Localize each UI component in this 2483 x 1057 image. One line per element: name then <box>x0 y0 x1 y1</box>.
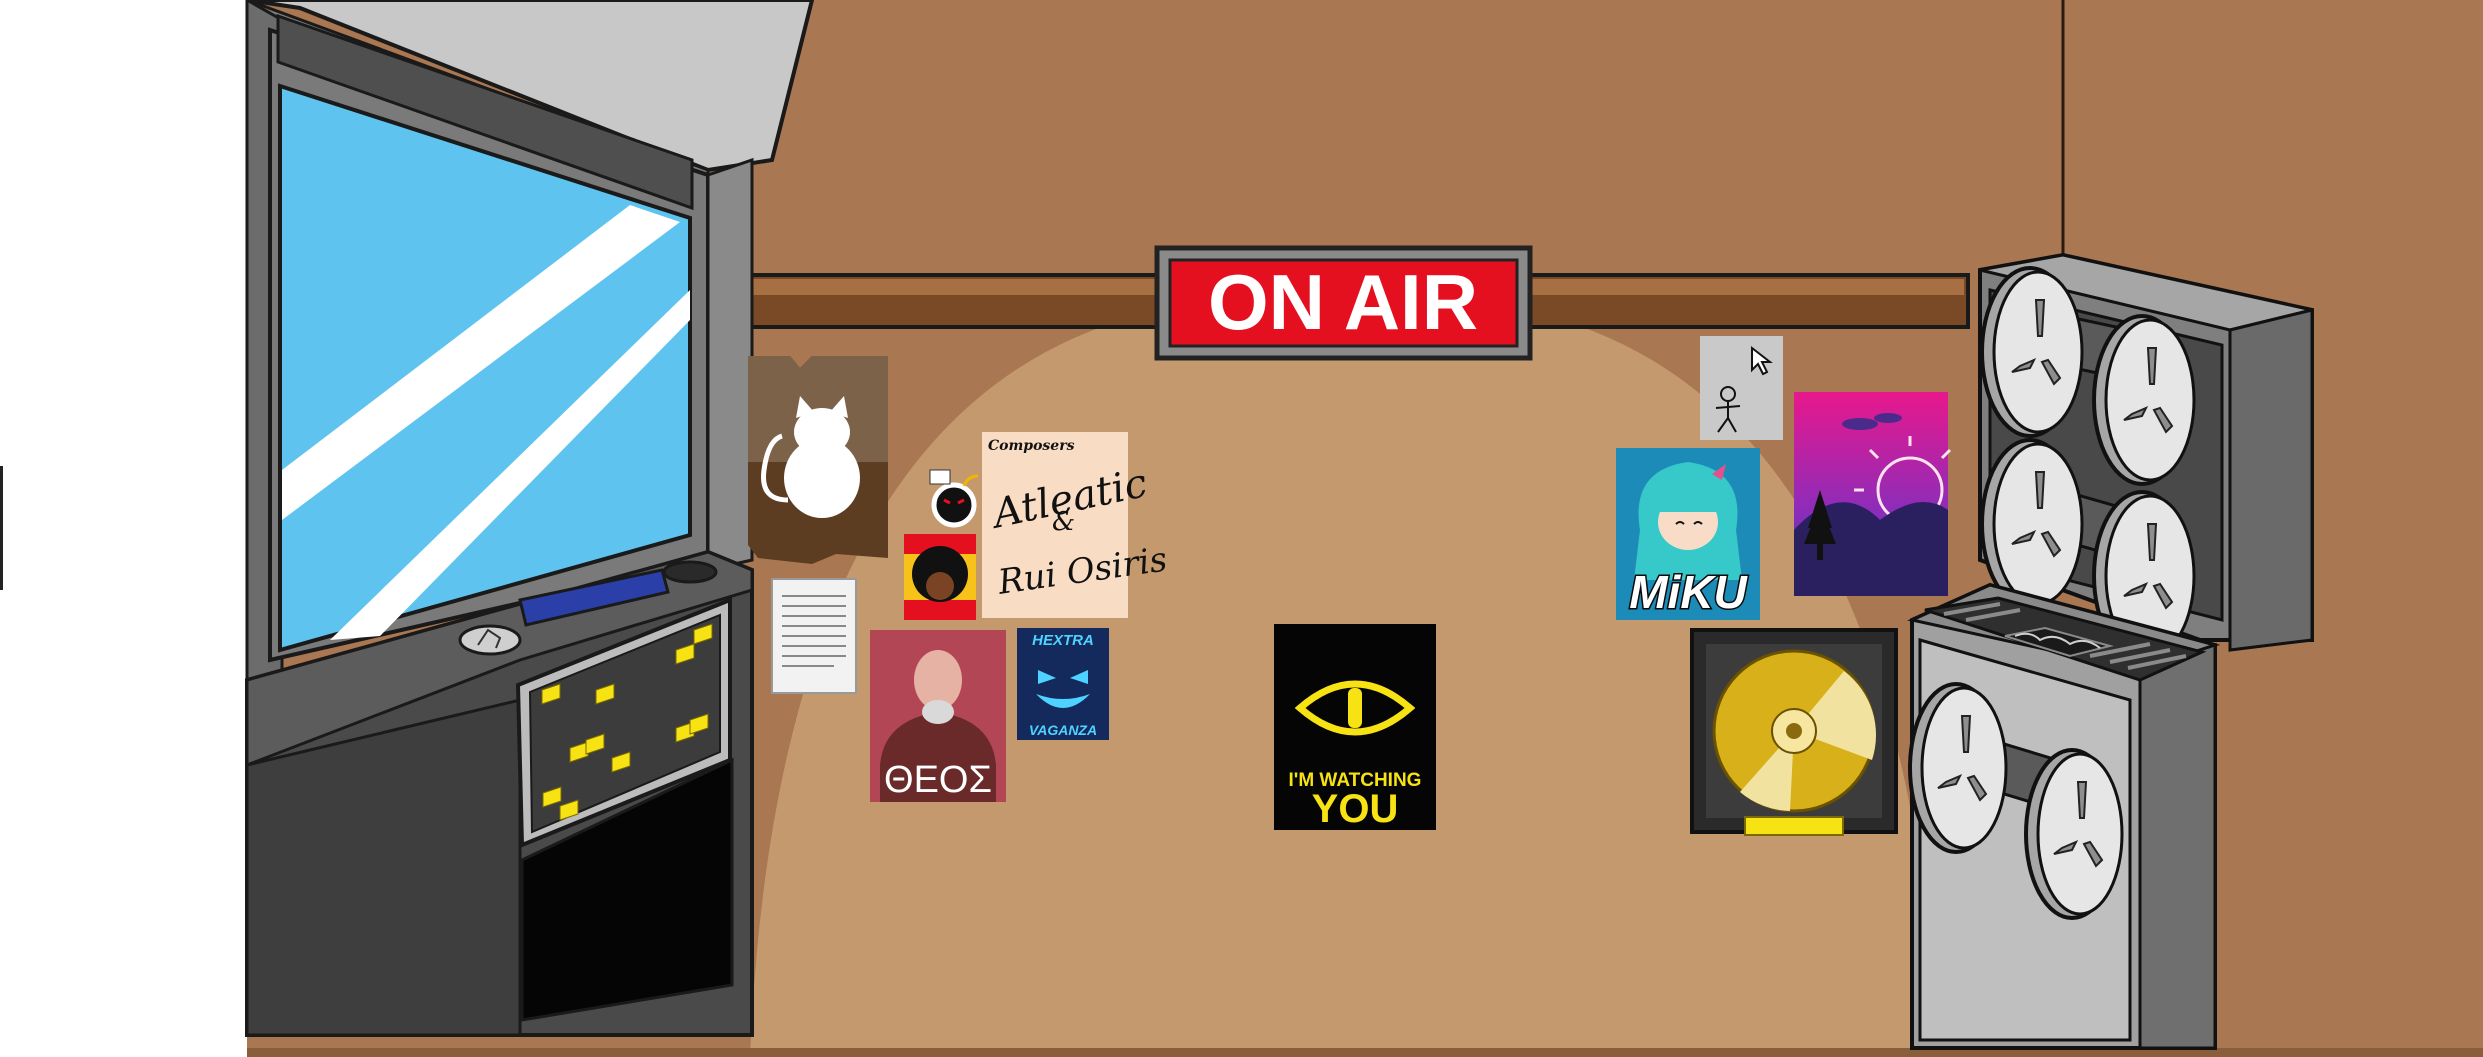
sunset-poster <box>1794 392 1952 596</box>
document-sheet <box>771 578 857 694</box>
miku-text: MiKU <box>1629 566 1748 618</box>
gold-record-plaque <box>1744 816 1844 836</box>
tape-reel <box>1908 682 2008 854</box>
on-air-text: ON AIR <box>1208 258 1478 346</box>
composers-header: Composers <box>988 438 1075 454</box>
gold-record-frame <box>1690 628 1898 836</box>
afro-sticker <box>904 534 976 620</box>
console-cup-holder <box>662 560 718 584</box>
composers-ampersand: & <box>1052 507 1075 537</box>
watching-line-2: YOU <box>1312 787 1399 831</box>
radio-studio-scene: ON AIR Composers Atleatic & Rui Osiris Θ… <box>0 0 2483 1057</box>
text-cursor-line <box>0 466 3 590</box>
hextra-poster: HEXTRA VAGANZA <box>1017 628 1109 740</box>
hextra-top-text: HEXTRA <box>1032 632 1094 649</box>
theos-poster: ΘΕΟΣ <box>870 630 1006 802</box>
miku-poster: MiKU <box>1616 448 1760 620</box>
tape-reel <box>2092 314 2196 486</box>
stick-figure-card <box>1700 336 1783 440</box>
hextra-bottom-text: VAGANZA <box>1029 722 1097 738</box>
watching-you-poster: I'M WATCHING YOU <box>1274 624 1436 831</box>
tape-reel <box>1980 438 2084 610</box>
window-console <box>245 0 815 1037</box>
tape-reel <box>2024 748 2124 920</box>
cat-poster <box>748 356 888 564</box>
tape-reel <box>1980 266 2084 438</box>
on-air-sign: ON AIR <box>1154 245 1533 361</box>
theos-text: ΘΕΟΣ <box>884 759 992 801</box>
